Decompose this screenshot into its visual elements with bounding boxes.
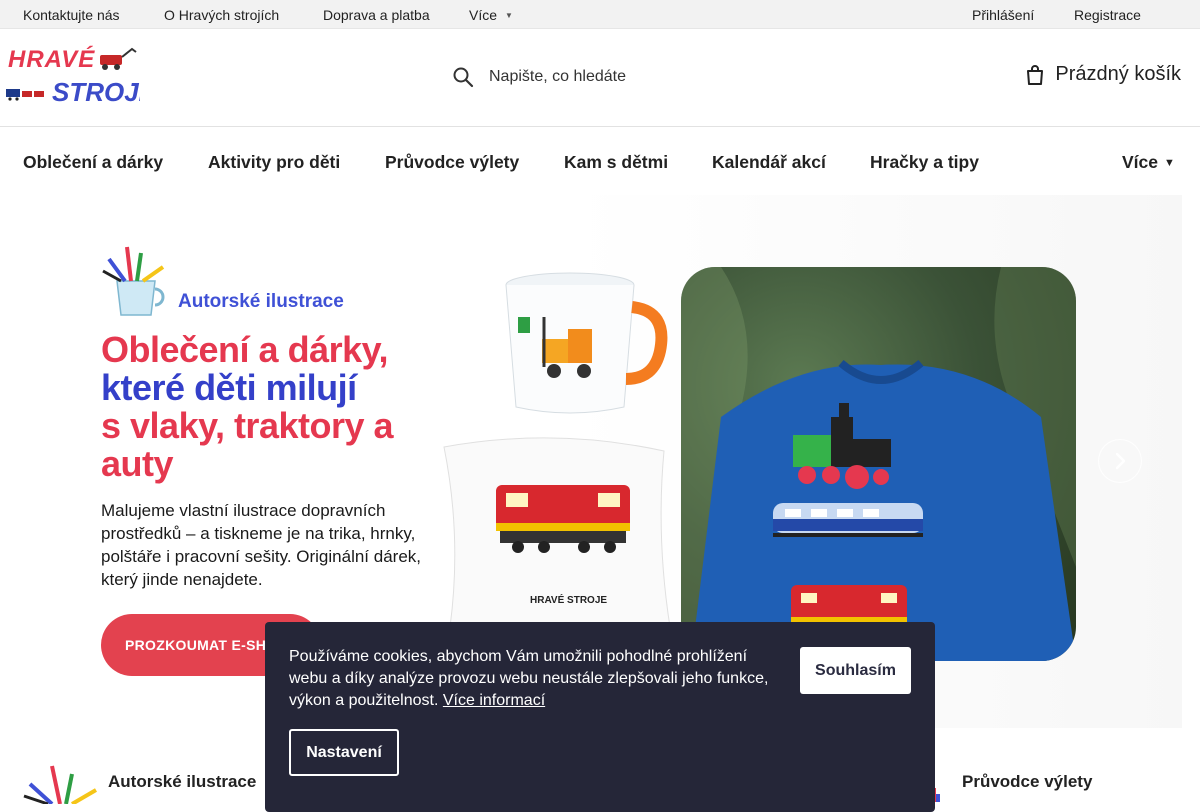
search-icon xyxy=(453,67,474,88)
pillow-logo-text: HRAVÉ STROJE xyxy=(530,593,607,606)
login-link[interactable]: Přihlášení xyxy=(972,7,1034,23)
hero-headline: Oblečení a dárky, které děti milují s vl… xyxy=(101,331,431,483)
site-logo[interactable]: HRAVÉ STROJE xyxy=(4,43,140,105)
about-link[interactable]: O Hravých strojích xyxy=(164,7,279,23)
cart-button[interactable]: Prázdný košík xyxy=(1025,63,1181,86)
hero-headline-line-2: které děti milují xyxy=(101,367,357,408)
shopping-bag-icon xyxy=(1027,64,1044,85)
topbar-more-menu[interactable]: Více ▼ xyxy=(469,7,513,23)
register-link[interactable]: Registrace xyxy=(1074,7,1141,23)
nav-item-where-with-kids[interactable]: Kam s dětmi xyxy=(564,152,668,173)
search-bar[interactable]: Napište, co hledáte xyxy=(452,65,626,89)
teaser-title-trip-guide[interactable]: Průvodce výlety xyxy=(962,772,1092,792)
top-utility-bar: Kontaktujte nás O Hravých strojích Dopra… xyxy=(0,0,1200,29)
svg-text:STROJE: STROJE xyxy=(52,77,140,105)
hero-subtitle: Autorské ilustrace xyxy=(178,291,344,312)
svg-text:HRAVÉ: HRAVÉ xyxy=(8,45,95,73)
chevron-down-icon: ▼ xyxy=(1164,157,1175,169)
contact-link[interactable]: Kontaktujte nás xyxy=(23,7,120,23)
cookie-more-info-link[interactable]: Více informací xyxy=(443,692,545,709)
cookie-accept-button[interactable]: Souhlasím xyxy=(800,647,911,694)
chevron-right-icon xyxy=(1115,452,1126,470)
site-header: HRAVÉ STROJE Napište, co hledáte Prázdný… xyxy=(0,29,1200,127)
nav-item-clothing-gifts[interactable]: Oblečení a dárky xyxy=(23,152,163,173)
nav-item-activities[interactable]: Aktivity pro děti xyxy=(208,152,340,173)
topbar-more-label: Více xyxy=(469,7,498,23)
cart-label: Prázdný košík xyxy=(1055,63,1181,85)
pillow-image: HRAVÉ STROJE xyxy=(443,437,671,639)
chevron-down-icon: ▼ xyxy=(505,11,513,20)
nav-more-label: Více xyxy=(1122,152,1158,172)
child-tshirt-photo xyxy=(681,267,1076,661)
nav-more-menu[interactable]: Více ▼ xyxy=(1122,152,1175,173)
pencil-cup-icon xyxy=(23,765,98,804)
cookie-text: Používáme cookies, abychom Vám umožnili … xyxy=(289,646,779,712)
pencil-cup-illustration xyxy=(102,246,165,316)
carousel-next-button[interactable] xyxy=(1098,439,1142,483)
search-input[interactable]: Napište, co hledáte xyxy=(489,68,626,86)
teaser-title-illustrations[interactable]: Autorské ilustrace xyxy=(108,772,256,792)
cookie-settings-button[interactable]: Nastavení xyxy=(289,729,399,776)
nav-item-trip-guide[interactable]: Průvodce výlety xyxy=(385,152,519,173)
hero-headline-line-3: s vlaky, traktory a auty xyxy=(101,405,394,484)
main-navigation: Oblečení a dárky Aktivity pro děti Průvo… xyxy=(0,127,1200,195)
nav-item-toys-tips[interactable]: Hračky a tipy xyxy=(870,152,979,173)
nav-item-event-calendar[interactable]: Kalendář akcí xyxy=(712,152,826,173)
hero-headline-line-1: Oblečení a dárky, xyxy=(101,329,388,370)
mug-image xyxy=(505,272,668,414)
hero-description: Malujeme vlastní ilustrace dopravních pr… xyxy=(101,501,421,589)
cookie-consent-banner: Používáme cookies, abychom Vám umožnili … xyxy=(265,622,935,812)
shipping-payment-link[interactable]: Doprava a platba xyxy=(323,7,430,23)
